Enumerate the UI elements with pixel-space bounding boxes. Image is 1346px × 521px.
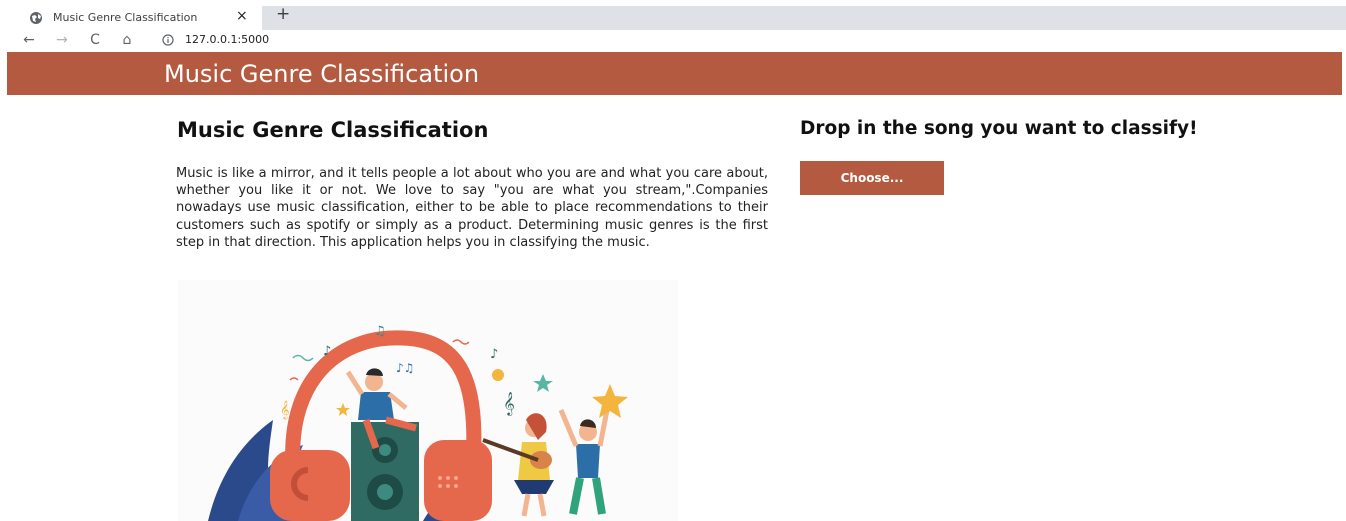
brand-title[interactable]: Music Genre Classification [164, 60, 479, 88]
address-bar[interactable]: 127.0.0.1:5000 [185, 33, 269, 46]
browser-tab-strip: Music Genre Classification × + [0, 0, 1346, 30]
svg-text:♪♫: ♪♫ [396, 361, 414, 375]
back-arrow-icon[interactable]: ← [20, 31, 38, 49]
new-tab-button[interactable]: + [276, 4, 290, 24]
globe-icon [30, 12, 42, 24]
tab-strip-background [262, 6, 1346, 30]
intro-paragraph: Music is like a mirror, and it tells peo… [176, 166, 768, 250]
svg-text:♪: ♪ [490, 347, 498, 362]
svg-text:𝄞: 𝄞 [503, 391, 515, 416]
browser-tab[interactable]: Music Genre Classification × [7, 6, 262, 30]
site-info-icon[interactable] [162, 34, 174, 46]
choose-file-button[interactable]: Choose... [800, 161, 944, 195]
svg-text:♪: ♪ [323, 344, 331, 359]
tab-title: Music Genre Classification [53, 11, 198, 24]
svg-text:𝄞: 𝄞 [280, 400, 289, 420]
upload-heading: Drop in the song you want to classify! [800, 118, 1198, 139]
music-party-illustration: ♫ ♪ ♪♫ ♪ 𝄞 𝄞 [178, 280, 678, 521]
home-icon[interactable]: ⌂ [118, 31, 136, 49]
site-navbar: Music Genre Classification [7, 52, 1342, 95]
reload-icon[interactable]: C [86, 31, 104, 49]
svg-text:♫: ♫ [374, 324, 386, 339]
browser-toolbar: ← → C ⌂ 127.0.0.1:5000 [0, 30, 1346, 52]
page-title: Music Genre Classification [177, 118, 489, 142]
close-tab-icon[interactable]: × [236, 8, 248, 24]
forward-arrow-icon[interactable]: → [53, 31, 71, 49]
